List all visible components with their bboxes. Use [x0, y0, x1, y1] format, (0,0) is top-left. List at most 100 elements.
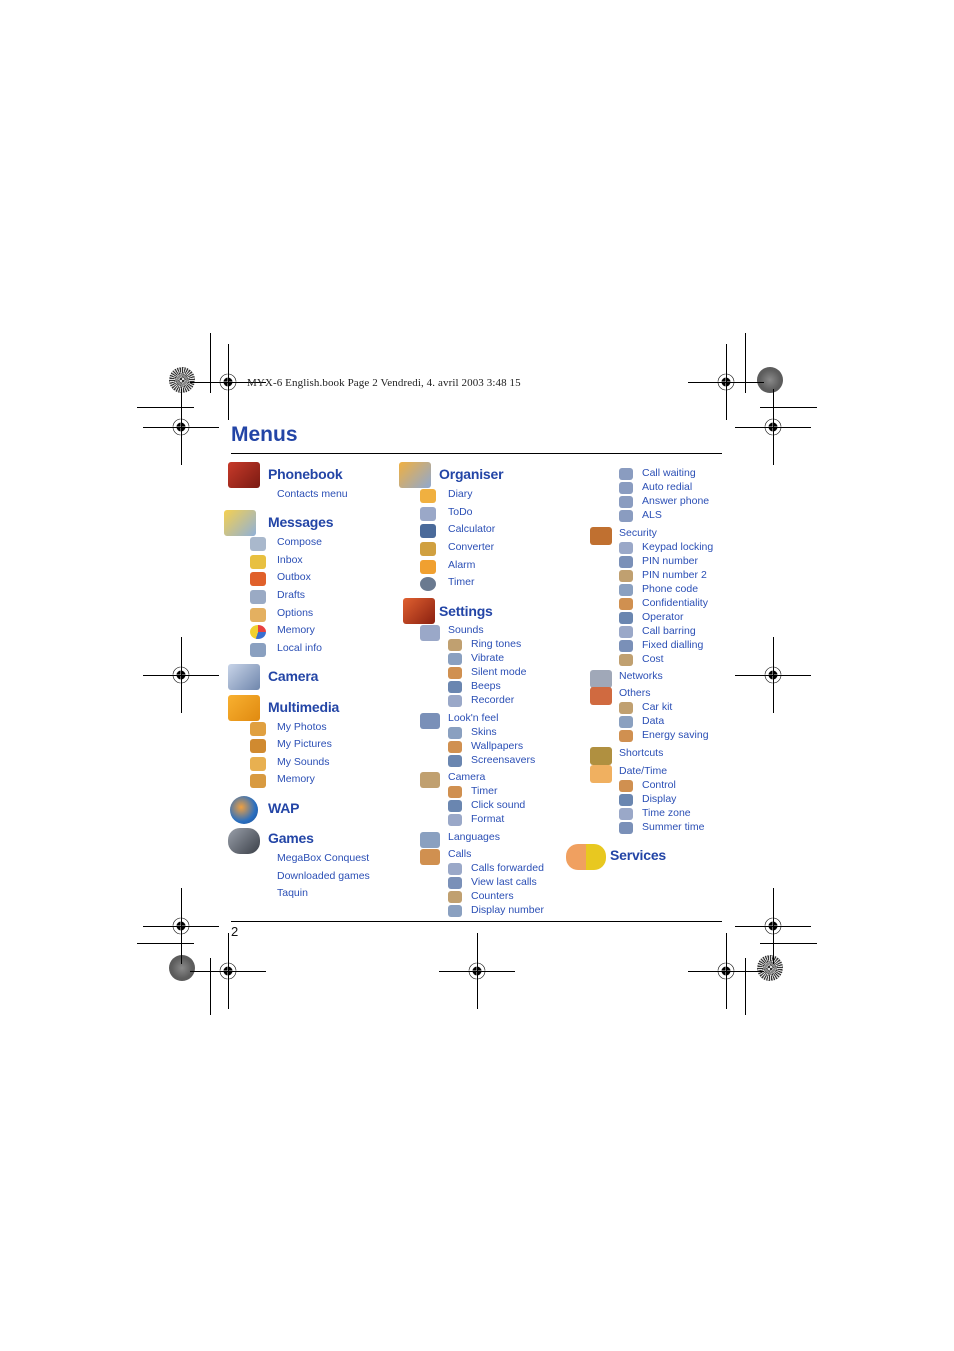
registration-disc — [169, 367, 195, 393]
menu-item-click-sound[interactable]: Click sound — [471, 799, 525, 811]
menu-item-local-info[interactable]: Local info — [277, 642, 322, 654]
menu-services[interactable]: Services — [610, 847, 666, 863]
menu-item-calculator[interactable]: Calculator — [448, 523, 495, 535]
menu-item-taquin[interactable]: Taquin — [277, 887, 308, 899]
menu-item-view-last-calls[interactable]: View last calls — [471, 876, 537, 888]
menu-group-shortcuts[interactable]: Shortcuts — [619, 747, 663, 759]
menu-group-sounds[interactable]: Sounds — [448, 624, 484, 636]
menu-item-phone-code[interactable]: Phone code — [642, 583, 698, 595]
menu-item-silent-mode[interactable]: Silent mode — [471, 666, 526, 678]
pin-number-2-icon — [619, 570, 633, 582]
menu-item-my-pictures[interactable]: My Pictures — [277, 738, 332, 750]
menu-item-display-number[interactable]: Display number — [471, 904, 544, 916]
menu-item-display[interactable]: Display — [642, 793, 676, 805]
menu-item-operator[interactable]: Operator — [642, 611, 683, 623]
menu-item-cost[interactable]: Cost — [642, 653, 664, 665]
menu-item-inbox[interactable]: Inbox — [277, 554, 303, 566]
menu-item-beeps[interactable]: Beeps — [471, 680, 501, 692]
menu-item-answer-phone[interactable]: Answer phone — [642, 495, 709, 507]
menu-group-look-n-feel[interactable]: Look'n feel — [448, 712, 498, 724]
menu-item-time-zone[interactable]: Time zone — [642, 807, 691, 819]
menu-item-auto-redial[interactable]: Auto redial — [642, 481, 692, 493]
print-header: MYX-6 English.book Page 2 Vendredi, 4. a… — [247, 377, 521, 389]
menu-item-counters[interactable]: Counters — [471, 890, 514, 902]
calls-icon — [420, 849, 440, 865]
menu-group-languages[interactable]: Languages — [448, 831, 500, 843]
menu-item-memory[interactable]: Memory — [277, 624, 315, 636]
menu-games[interactable]: Games — [268, 830, 314, 846]
registration-line — [726, 933, 727, 1009]
menu-item-vibrate[interactable]: Vibrate — [471, 652, 504, 664]
menu-item-keypad-locking[interactable]: Keypad locking — [642, 541, 713, 553]
page-title: Menus — [231, 423, 298, 446]
menu-item-drafts[interactable]: Drafts — [277, 589, 305, 601]
menu-item-skins[interactable]: Skins — [471, 726, 497, 738]
registration-line — [726, 344, 727, 420]
memory-icon — [250, 774, 266, 788]
menu-group-others[interactable]: Others — [619, 687, 651, 699]
menu-item-energy-saving[interactable]: Energy saving — [642, 729, 709, 741]
registration-disc — [169, 955, 195, 981]
menu-item-ring-tones[interactable]: Ring tones — [471, 638, 521, 650]
menu-organiser[interactable]: Organiser — [439, 466, 504, 482]
menu-item-pin-number[interactable]: PIN number — [642, 555, 698, 567]
crop-mark — [745, 958, 746, 1015]
menu-item-timer[interactable]: Timer — [448, 576, 474, 588]
menu-item-contacts-menu[interactable]: Contacts menu — [277, 488, 348, 500]
pictures-icon — [250, 739, 266, 753]
menu-item-data[interactable]: Data — [642, 715, 664, 727]
registration-line — [181, 888, 182, 964]
silent-mode-icon — [448, 667, 462, 679]
menu-settings[interactable]: Settings — [439, 603, 493, 619]
menu-item-call-barring[interactable]: Call barring — [642, 625, 696, 637]
menu-item-control[interactable]: Control — [642, 779, 676, 791]
menu-item-confidentiality[interactable]: Confidentiality — [642, 597, 708, 609]
fixed-dialling-icon — [619, 640, 633, 652]
menu-item-calls-forwarded[interactable]: Calls forwarded — [471, 862, 544, 874]
menu-item-outbox[interactable]: Outbox — [277, 571, 311, 583]
menu-item-als[interactable]: ALS — [642, 509, 662, 521]
folder-icon — [228, 695, 260, 721]
menu-group-security[interactable]: Security — [619, 527, 657, 539]
registration-line — [773, 637, 774, 713]
menu-item-screensavers[interactable]: Screensavers — [471, 754, 535, 766]
menu-item-megabox-conquest[interactable]: MegaBox Conquest — [277, 852, 369, 864]
menu-multimedia[interactable]: Multimedia — [268, 699, 339, 715]
menu-item-fixed-dialling[interactable]: Fixed dialling — [642, 639, 703, 651]
menu-item-car-kit[interactable]: Car kit — [642, 701, 672, 713]
menu-group-date-time[interactable]: Date/Time — [619, 765, 667, 777]
screensavers-icon — [448, 755, 462, 767]
menu-item-my-photos[interactable]: My Photos — [277, 721, 327, 733]
menu-messages[interactable]: Messages — [268, 514, 334, 530]
menu-group-networks[interactable]: Networks — [619, 670, 663, 682]
display-icon — [619, 794, 633, 806]
menu-item-mm-memory[interactable]: Memory — [277, 773, 315, 785]
menu-item-call-waiting[interactable]: Call waiting — [642, 467, 696, 479]
speaker-icon — [420, 625, 440, 641]
menu-item-converter[interactable]: Converter — [448, 541, 494, 553]
camera-icon — [228, 664, 260, 690]
menu-group-camera[interactable]: Camera — [448, 771, 485, 783]
menu-item-timer[interactable]: Timer — [471, 785, 497, 797]
gamepad-icon — [228, 828, 260, 854]
menu-item-compose[interactable]: Compose — [277, 536, 322, 548]
compose-icon — [250, 537, 266, 551]
data-icon — [619, 716, 633, 728]
menu-item-summer-time[interactable]: Summer time — [642, 821, 704, 833]
menu-item-wallpapers[interactable]: Wallpapers — [471, 740, 523, 752]
registration-line — [181, 637, 182, 713]
menu-item-format[interactable]: Format — [471, 813, 504, 825]
menu-item-pin-number-2[interactable]: PIN number 2 — [642, 569, 707, 581]
menu-camera[interactable]: Camera — [268, 668, 318, 684]
menu-phonebook[interactable]: Phonebook — [268, 466, 343, 482]
menu-wap[interactable]: WAP — [268, 800, 299, 816]
menu-item-alarm[interactable]: Alarm — [448, 559, 475, 571]
menu-item-recorder[interactable]: Recorder — [471, 694, 514, 706]
menu-item-my-sounds[interactable]: My Sounds — [277, 756, 330, 768]
menu-item-downloaded-games[interactable]: Downloaded games — [277, 870, 370, 882]
calls-forwarded-icon — [448, 863, 462, 875]
menu-item-diary[interactable]: Diary — [448, 488, 473, 500]
menu-group-calls[interactable]: Calls — [448, 848, 471, 860]
menu-item-options[interactable]: Options — [277, 607, 313, 619]
menu-item-todo[interactable]: ToDo — [448, 506, 473, 518]
